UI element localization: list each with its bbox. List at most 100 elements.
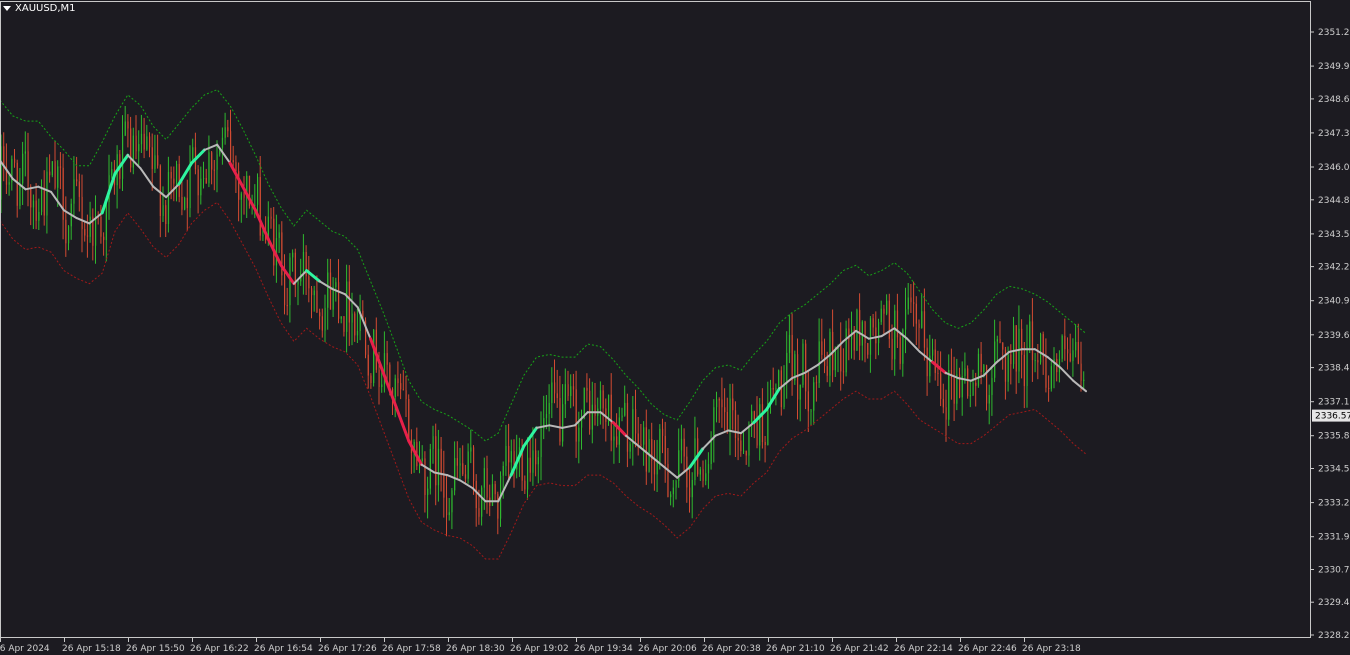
candle bbox=[176, 160, 178, 202]
candle bbox=[448, 498, 450, 521]
candle bbox=[311, 286, 313, 319]
candle bbox=[132, 127, 134, 175]
collapse-triangle-icon[interactable] bbox=[3, 6, 11, 11]
candle bbox=[170, 166, 172, 200]
ma-segment bbox=[1059, 366, 1075, 382]
candle bbox=[240, 191, 242, 223]
candle bbox=[1031, 298, 1034, 382]
candle bbox=[46, 157, 48, 234]
chart-window[interactable]: XAUUSD,M1 2351.202349.902348.652347.3523… bbox=[0, 0, 1350, 655]
candle bbox=[1010, 344, 1012, 385]
candle bbox=[292, 249, 294, 272]
chart-frame bbox=[0, 1, 1311, 638]
price-chart[interactable]: 2351.20 2349.90 2348.65 2347.35 2346.05 2344.… bbox=[0, 0, 1350, 655]
candle bbox=[910, 284, 912, 313]
candle bbox=[999, 321, 1001, 344]
candle bbox=[886, 294, 888, 316]
candle bbox=[224, 112, 226, 145]
candle bbox=[243, 176, 245, 215]
candle bbox=[810, 409, 812, 426]
candle bbox=[73, 156, 75, 216]
candle bbox=[1023, 342, 1025, 409]
ma-segment bbox=[459, 479, 474, 490]
candle bbox=[699, 466, 701, 481]
candle bbox=[621, 407, 623, 422]
candle bbox=[713, 399, 715, 463]
candle bbox=[786, 331, 788, 399]
candle bbox=[675, 479, 677, 500]
candle bbox=[184, 196, 186, 211]
price-tick-label: 2331.95 bbox=[1318, 533, 1350, 543]
candle bbox=[178, 155, 180, 203]
ma-segment bbox=[139, 167, 155, 188]
candle bbox=[629, 441, 631, 459]
candle bbox=[259, 156, 261, 241]
candle bbox=[116, 145, 118, 209]
candle bbox=[62, 153, 64, 240]
candle bbox=[440, 437, 442, 492]
candle bbox=[643, 421, 645, 466]
candle bbox=[778, 369, 780, 390]
price-tick-label: 2344.80 bbox=[1318, 196, 1350, 206]
price-tick-label: 2347.35 bbox=[1318, 129, 1350, 139]
price-tick-label: 2340.95 bbox=[1318, 297, 1350, 307]
candle bbox=[740, 432, 742, 457]
candle bbox=[648, 429, 650, 473]
candle bbox=[459, 447, 461, 479]
candle bbox=[942, 383, 944, 414]
candle bbox=[899, 333, 901, 370]
candle bbox=[940, 351, 942, 407]
candle bbox=[203, 161, 205, 189]
candle bbox=[386, 340, 388, 384]
candle bbox=[486, 455, 488, 514]
candle bbox=[594, 383, 596, 426]
candle bbox=[1048, 375, 1050, 402]
candle bbox=[945, 389, 947, 442]
candle bbox=[959, 367, 961, 399]
candle bbox=[257, 173, 259, 216]
candle bbox=[208, 135, 210, 188]
candle bbox=[416, 427, 418, 470]
candle bbox=[645, 409, 647, 485]
candle bbox=[702, 460, 704, 488]
symbol-label[interactable]: XAUUSD,M1 bbox=[3, 3, 76, 14]
candle bbox=[1080, 341, 1082, 392]
candle bbox=[815, 375, 818, 402]
time-tick-label: 26 Apr 22:46 bbox=[958, 644, 1017, 654]
candle bbox=[1050, 359, 1052, 392]
candle bbox=[705, 459, 707, 486]
candle bbox=[1029, 314, 1031, 353]
candle bbox=[1053, 347, 1055, 389]
time-axis: 26 Apr 2024 26 Apr 15:18 26 Apr 15:50 26 Ap… bbox=[0, 637, 1081, 654]
candle bbox=[691, 472, 693, 519]
candle bbox=[140, 114, 143, 153]
price-tick-label: 2333.25 bbox=[1318, 499, 1350, 509]
candle bbox=[559, 375, 561, 446]
candle bbox=[200, 166, 202, 205]
candle bbox=[30, 184, 32, 226]
candle bbox=[624, 385, 626, 417]
candle bbox=[1069, 333, 1071, 363]
candle bbox=[127, 114, 129, 148]
candle bbox=[721, 377, 723, 428]
candle bbox=[932, 338, 934, 363]
ma-segment bbox=[394, 405, 411, 443]
ma-segment bbox=[561, 424, 576, 429]
candle bbox=[726, 397, 728, 434]
candle bbox=[356, 308, 359, 343]
candle bbox=[281, 221, 283, 286]
candle bbox=[3, 132, 5, 182]
candle bbox=[424, 451, 426, 513]
candle bbox=[988, 384, 990, 425]
candle bbox=[284, 254, 286, 315]
candle bbox=[794, 350, 796, 385]
candle bbox=[456, 441, 458, 480]
candle bbox=[667, 448, 669, 498]
candle bbox=[211, 151, 213, 185]
time-tick-label: 26 Apr 21:42 bbox=[830, 644, 889, 654]
candle bbox=[845, 320, 847, 377]
candle bbox=[527, 437, 529, 500]
candle bbox=[972, 369, 974, 396]
candle bbox=[286, 287, 288, 316]
candle bbox=[732, 383, 734, 430]
